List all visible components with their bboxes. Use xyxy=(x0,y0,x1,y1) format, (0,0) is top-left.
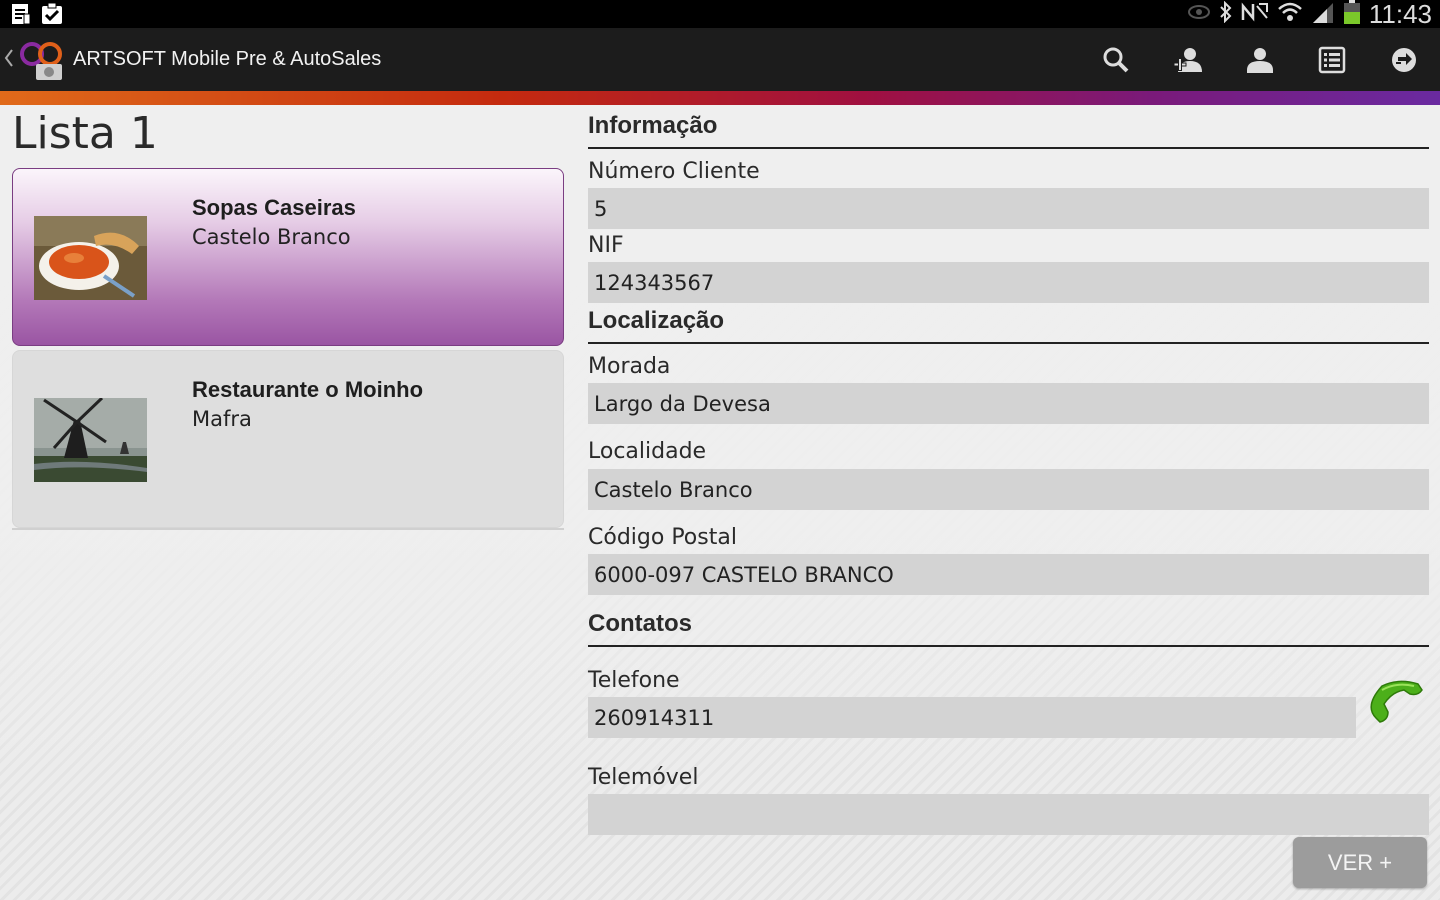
signal-icon xyxy=(1311,1,1335,27)
soup-photo xyxy=(34,216,147,300)
call-phone-icon[interactable] xyxy=(1362,676,1426,730)
nif-field: 124343567 xyxy=(588,262,1429,303)
accent-stripe xyxy=(0,91,1440,105)
field-label-client-number: Número Cliente xyxy=(588,159,760,184)
list-divider xyxy=(12,528,564,530)
list-view-icon[interactable] xyxy=(1316,44,1348,76)
section-title-location: Localização xyxy=(588,307,725,334)
add-contact-icon[interactable] xyxy=(1172,44,1204,76)
list-title: Lista 1 xyxy=(12,108,158,159)
wifi-icon xyxy=(1277,1,1303,27)
battery-icon xyxy=(1343,0,1361,28)
nfc-icon xyxy=(1241,2,1269,26)
see-more-button[interactable]: VER + xyxy=(1293,837,1427,888)
list-item[interactable]: Sopas Caseiras Castelo Branco xyxy=(12,168,564,346)
search-icon[interactable] xyxy=(1100,44,1132,76)
task-check-icon xyxy=(40,2,64,30)
field-label-mobile: Telemóvel xyxy=(588,765,699,790)
sync-icon[interactable] xyxy=(1388,44,1420,76)
field-label-locality: Localidade xyxy=(588,439,707,464)
action-bar: ARTSOFT Mobile Pre & AutoSales xyxy=(0,28,1440,92)
contact-icon[interactable] xyxy=(1244,44,1276,76)
section-title-contacts: Contatos xyxy=(588,610,692,637)
bluetooth-icon xyxy=(1219,0,1233,27)
eye-icon xyxy=(1187,4,1211,24)
address-field: Largo da Devesa xyxy=(588,383,1429,424)
section-title-info: Informação xyxy=(588,112,718,139)
notes-icon xyxy=(10,2,32,30)
section-divider xyxy=(588,645,1429,647)
field-label-postal-code: Código Postal xyxy=(588,525,737,550)
status-bar: 11:43 xyxy=(0,0,1440,28)
list-item-city: Mafra xyxy=(192,407,252,431)
list-item-name: Sopas Caseiras xyxy=(192,195,356,220)
client-number-field: 5 xyxy=(588,188,1429,229)
section-divider xyxy=(588,342,1429,344)
field-label-address: Morada xyxy=(588,354,671,379)
section-divider xyxy=(588,147,1429,149)
list-item-city: Castelo Branco xyxy=(192,225,351,249)
field-label-phone: Telefone xyxy=(588,668,680,693)
mobile-field xyxy=(588,794,1429,835)
app-title: ARTSOFT Mobile Pre & AutoSales xyxy=(73,48,382,70)
clock: 11:43 xyxy=(1368,0,1432,29)
postal-code-field: 6000-097 CASTELO BRANCO xyxy=(588,554,1429,595)
app-logo-icon[interactable] xyxy=(18,38,66,86)
list-item-name: Restaurante o Moinho xyxy=(192,377,424,402)
phone-field: 260914311 xyxy=(588,697,1356,738)
back-chevron-icon[interactable] xyxy=(4,46,14,74)
field-label-nif: NIF xyxy=(588,233,624,258)
windmill-photo xyxy=(34,398,147,482)
locality-field: Castelo Branco xyxy=(588,469,1429,510)
list-item[interactable]: Restaurante o Moinho Mafra xyxy=(12,350,564,528)
